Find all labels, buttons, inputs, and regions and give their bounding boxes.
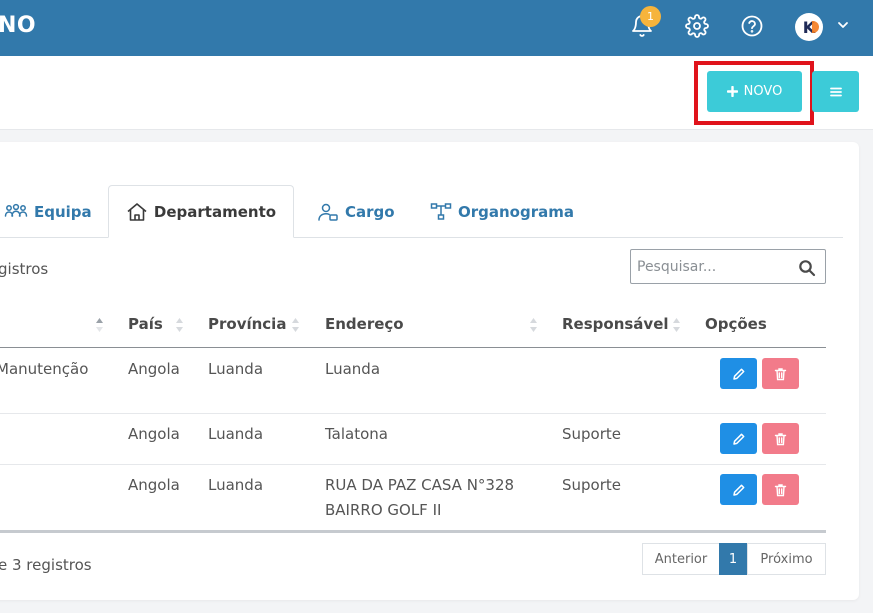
pagination-previous[interactable]: Anterior [642, 543, 720, 575]
edit-button[interactable] [720, 423, 757, 454]
gear-icon[interactable] [685, 14, 709, 38]
pagination-page-1[interactable]: 1 [719, 543, 747, 575]
table-cell-pais: Angola [128, 425, 180, 443]
search-icon[interactable] [798, 259, 816, 277]
trash-icon [774, 367, 787, 380]
pencil-icon [732, 484, 744, 496]
team-icon [4, 203, 28, 217]
sort-icon[interactable] [672, 316, 681, 334]
tab-departamento[interactable]: Departamento [108, 185, 294, 238]
notification-badge: 1 [640, 6, 661, 27]
table-cell-provincia: Luanda [208, 476, 264, 494]
hamburger-icon [829, 87, 842, 96]
table-cell-provincia: Luanda [208, 360, 264, 378]
brand-logo: NO [0, 13, 37, 38]
row-divider [0, 413, 826, 414]
help-icon[interactable] [740, 14, 764, 38]
column-header-endereco[interactable]: Endereço [325, 315, 404, 333]
edit-button[interactable] [720, 358, 757, 389]
home-icon [127, 202, 147, 221]
avatar-logo: K [802, 17, 820, 37]
delete-button[interactable] [762, 474, 799, 505]
new-button-label: NOVO [743, 84, 783, 99]
tab-equipa-label: Equipa [34, 202, 92, 221]
table-cell-provincia: Luanda [208, 425, 264, 443]
top-bar: NO 1 K [0, 0, 873, 56]
tab-departamento-label: Departamento [153, 202, 277, 221]
tab-cargo-label: Cargo [345, 202, 395, 221]
table-cell-responsavel: Suporte [562, 476, 622, 494]
menu-button[interactable] [812, 71, 859, 112]
table-cell-endereco: Luanda [325, 360, 381, 378]
tab-cargo[interactable]: Cargo [317, 185, 395, 238]
pencil-icon [732, 368, 744, 380]
delete-button[interactable] [762, 358, 799, 389]
sort-icon[interactable] [175, 316, 184, 334]
column-header-pais[interactable]: País [128, 315, 163, 333]
table-footer-divider [0, 530, 826, 533]
user-role-icon [318, 203, 338, 221]
table-header-divider [0, 347, 826, 348]
column-header-opcoes: Opções [705, 315, 767, 333]
sort-icon[interactable] [529, 316, 538, 334]
table-cell-pais: Angola [128, 360, 180, 378]
delete-button[interactable] [762, 423, 799, 454]
sort-icon[interactable] [291, 316, 300, 334]
table-cell-endereco: Talatona [325, 425, 388, 443]
tab-equipa[interactable]: Equipa [4, 185, 92, 238]
row-divider [0, 464, 826, 465]
chevron-down-icon[interactable] [836, 18, 850, 32]
column-header-responsavel[interactable]: Responsável [562, 315, 669, 333]
table-cell-nome: Manutenção [0, 360, 89, 378]
pagination-next[interactable]: Próximo [747, 543, 826, 575]
search-box [630, 249, 826, 284]
pencil-icon [732, 433, 744, 445]
table-cell-responsavel: Suporte [562, 425, 622, 443]
page-size-text: gistros [0, 260, 49, 278]
new-button[interactable]: NOVO [707, 71, 802, 112]
trash-icon [774, 432, 787, 445]
tab-organograma[interactable]: Organograma [430, 185, 574, 238]
trash-icon [774, 483, 787, 496]
edit-button[interactable] [720, 474, 757, 505]
records-info: e 3 registros [0, 556, 92, 574]
org-chart-icon [430, 202, 452, 220]
table-cell-endereco: RUA DA PAZ CASA N°328 BAIRRO GOLF II [325, 476, 515, 519]
search-input[interactable] [631, 250, 791, 283]
sort-icon[interactable] [95, 316, 104, 334]
column-header-provincia[interactable]: Província [208, 315, 286, 333]
tab-organograma-label: Organograma [458, 202, 575, 221]
table-cell-pais: Angola [128, 476, 180, 494]
user-avatar[interactable]: K [795, 13, 823, 41]
plus-icon [726, 86, 738, 97]
